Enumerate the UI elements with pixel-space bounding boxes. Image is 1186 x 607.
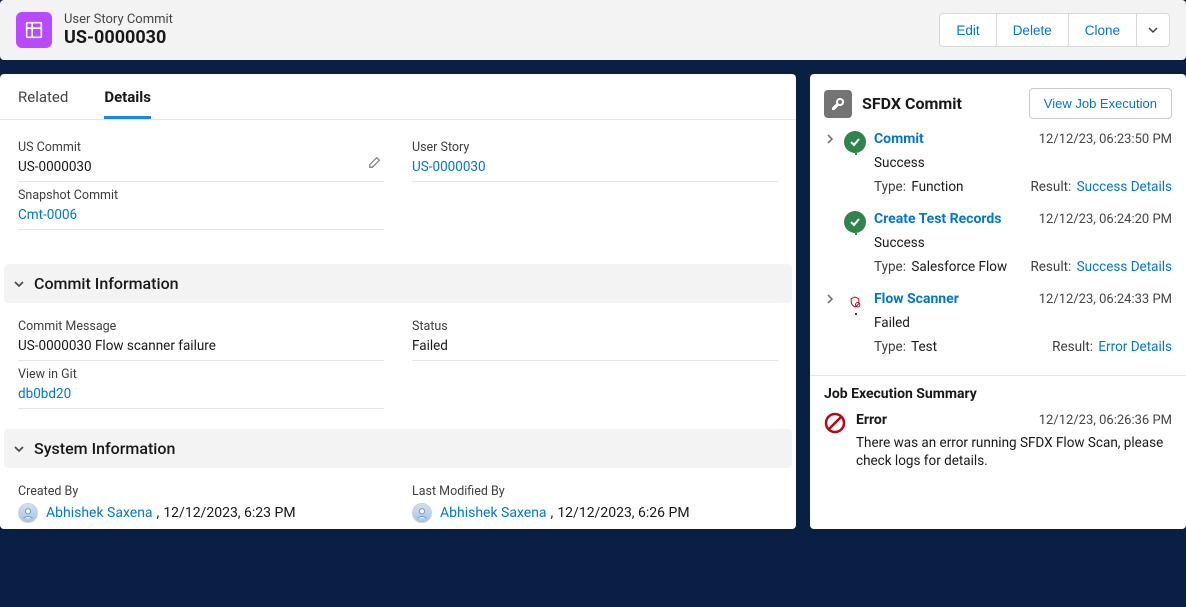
step-create-test-records: Create Test Records 12/12/23, 06:24:20 P… [824, 211, 1172, 291]
field-value: US-0000030 [18, 159, 384, 175]
type-label: Type: [874, 259, 906, 275]
sfdx-commit-panel: SFDX Commit View Job Execution [810, 74, 1186, 529]
step-name-link[interactable]: Flow Scanner [874, 291, 959, 307]
user-story-link[interactable]: US-0000030 [412, 159, 778, 175]
field-label: User Story [412, 140, 778, 155]
edit-button[interactable]: Edit [939, 13, 996, 47]
field-value: Failed [412, 338, 778, 354]
section-title: System Information [34, 439, 175, 458]
section-title: Commit Information [34, 274, 179, 293]
failed-shield-icon [844, 291, 866, 313]
section-commit-information[interactable]: Commit Information [4, 264, 792, 303]
chevron-down-icon [1148, 25, 1158, 35]
field-label: Last Modified By [412, 484, 778, 499]
chevron-right-icon[interactable] [824, 133, 840, 149]
field-user-story: User Story US-0000030 [412, 134, 778, 182]
field-snapshot-commit: Snapshot Commit Cmt-0006 [18, 182, 384, 230]
field-view-in-git: View in Git db0bd20 [18, 361, 384, 409]
tab-details[interactable]: Details [104, 74, 151, 119]
field-created-by: Created By Abhishek Saxena, 12/12/2023, … [18, 478, 384, 529]
step-result-link[interactable]: Error Details [1098, 339, 1172, 355]
field-status: Status Failed [412, 313, 778, 361]
step-timestamp: 12/12/23, 06:23:50 PM [1039, 132, 1172, 147]
step-type: Function [911, 179, 963, 195]
header-actions: Edit Delete Clone [940, 13, 1170, 47]
step-name-link[interactable]: Create Test Records [874, 211, 1001, 227]
type-label: Type: [874, 339, 906, 355]
step-flow-scanner: Flow Scanner 12/12/23, 06:24:33 PM Faile… [824, 291, 1172, 371]
view-job-execution-button[interactable]: View Job Execution [1029, 88, 1172, 119]
result-label: Result: [1030, 259, 1071, 275]
type-label: Type: [874, 179, 906, 195]
success-icon [844, 131, 866, 153]
summary-timestamp: 12/12/23, 06:26:36 PM [1039, 413, 1172, 428]
tab-related[interactable]: Related [18, 74, 68, 119]
step-result-link[interactable]: Success Details [1077, 179, 1172, 195]
step-status: Failed [874, 315, 910, 331]
clone-button[interactable]: Clone [1068, 13, 1137, 47]
step-type: Salesforce Flow [911, 259, 1007, 275]
record-header: User Story Commit US-0000030 Edit Delete… [0, 0, 1186, 60]
created-by-timestamp: 12/12/2023, 6:23 PM [163, 505, 295, 521]
success-icon [844, 211, 866, 233]
more-actions-button[interactable] [1136, 13, 1170, 47]
section-system-information[interactable]: System Information [4, 429, 792, 468]
step-commit: Commit 12/12/23, 06:23:50 PM Success Typ… [824, 131, 1172, 211]
chevron-right-icon[interactable] [824, 293, 840, 309]
created-by-user-link[interactable]: Abhishek Saxena [46, 505, 153, 521]
result-label: Result: [1052, 339, 1093, 355]
field-value: US-0000030 Flow scanner failure [18, 338, 384, 354]
job-execution-summary: Job Execution Summary Error 12/12/23, 06… [810, 375, 1186, 470]
error-icon [824, 412, 846, 434]
avatar-icon [412, 503, 432, 523]
step-status: Success [874, 155, 925, 171]
step-result-link[interactable]: Success Details [1077, 259, 1172, 275]
wrench-icon [824, 90, 852, 118]
modified-by-timestamp: 12/12/2023, 6:26 PM [557, 505, 689, 521]
step-timestamp: 12/12/23, 06:24:33 PM [1039, 292, 1172, 307]
field-last-modified-by: Last Modified By Abhishek Saxena, 12/12/… [412, 478, 778, 529]
git-link[interactable]: db0bd20 [18, 386, 384, 402]
edit-field-icon[interactable] [368, 155, 382, 173]
field-label: US Commit [18, 140, 384, 155]
field-label: View in Git [18, 367, 384, 382]
field-us-commit: US Commit US-0000030 [18, 134, 384, 182]
delete-button[interactable]: Delete [996, 13, 1069, 47]
field-commit-message: Commit Message US-0000030 Flow scanner f… [18, 313, 384, 361]
field-label: Created By [18, 484, 384, 499]
tabs: Related Details [0, 74, 796, 120]
step-timestamp: 12/12/23, 06:24:20 PM [1039, 212, 1172, 227]
result-label: Result: [1030, 179, 1071, 195]
step-status: Success [874, 235, 925, 251]
step-name-link[interactable]: Commit [874, 131, 924, 147]
modified-by-user-link[interactable]: Abhishek Saxena [440, 505, 547, 521]
record-type-icon [16, 12, 52, 48]
field-label: Status [412, 319, 778, 334]
step-type: Test [911, 339, 937, 355]
avatar-icon [18, 503, 38, 523]
field-label: Snapshot Commit [18, 188, 384, 203]
panel-title: SFDX Commit [862, 94, 962, 113]
snapshot-commit-link[interactable]: Cmt-0006 [18, 207, 384, 223]
record-title: US-0000030 [64, 27, 173, 48]
chevron-down-icon [12, 442, 26, 456]
field-label: Commit Message [18, 319, 384, 334]
summary-title: Job Execution Summary [824, 386, 1172, 402]
details-panel: Related Details US Commit US-0000030 Use… [0, 74, 796, 529]
record-type-label: User Story Commit [64, 12, 173, 27]
chevron-down-icon [12, 277, 26, 291]
summary-status: Error [856, 412, 887, 428]
summary-message: There was an error running SFDX Flow Sca… [856, 434, 1172, 470]
